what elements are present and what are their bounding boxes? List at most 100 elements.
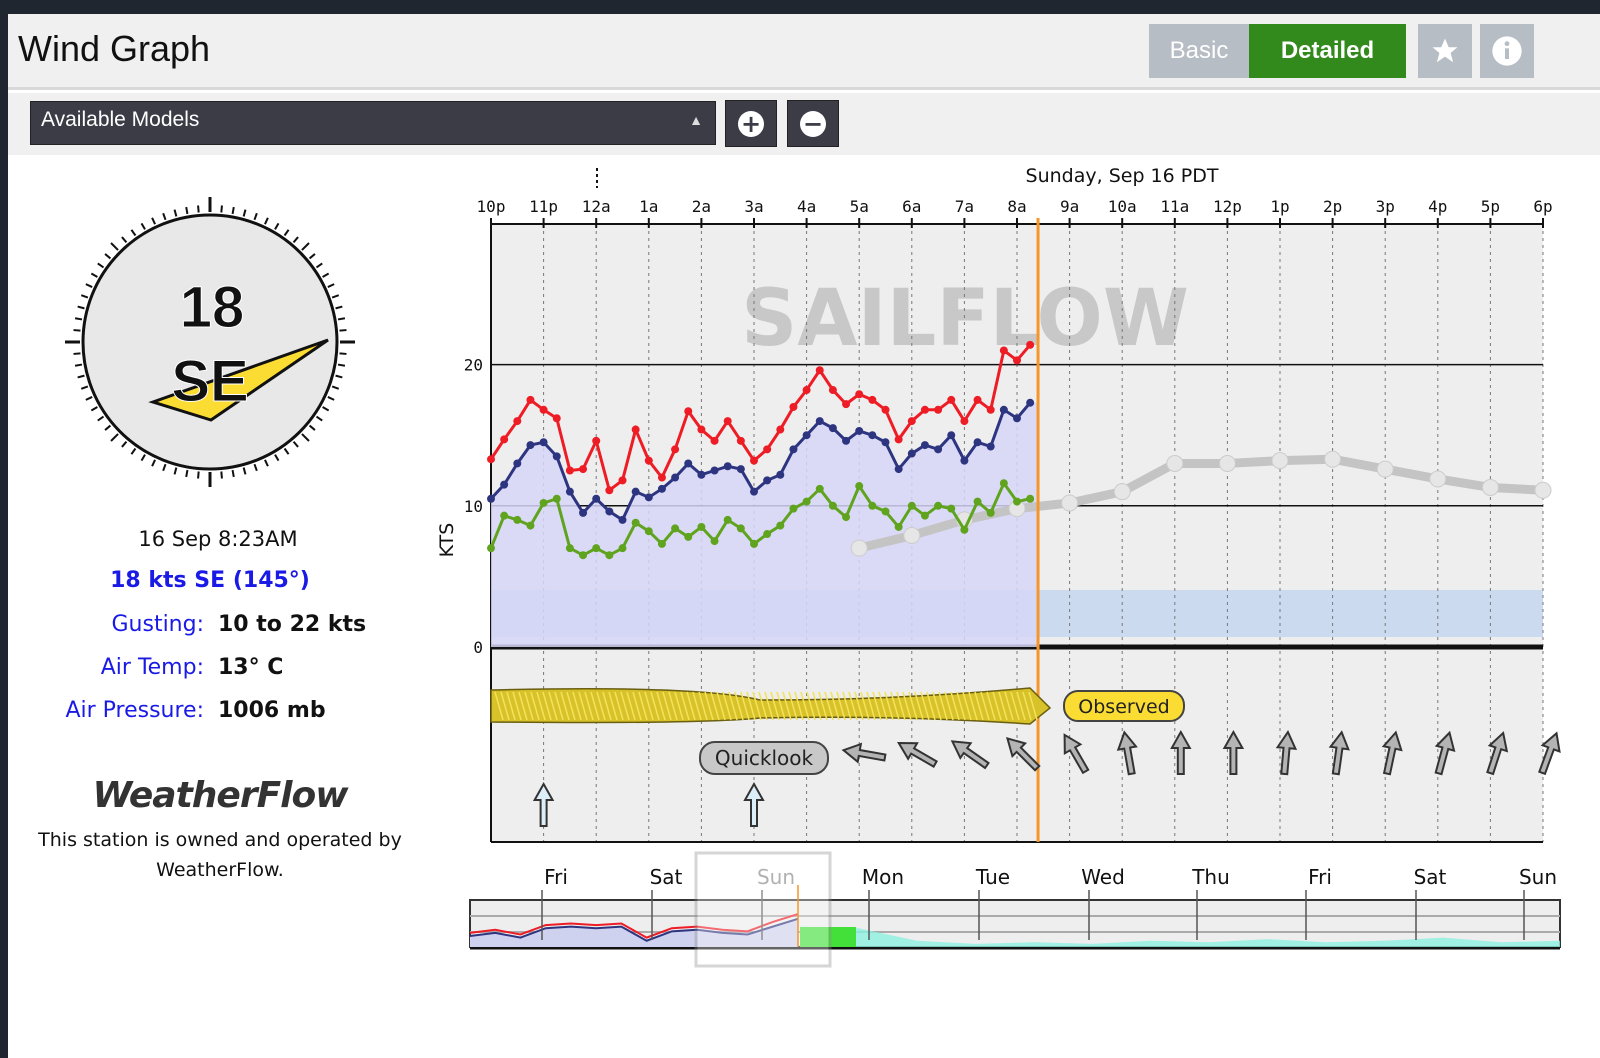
gust-point — [671, 445, 680, 454]
lull-point — [776, 521, 785, 530]
average-point — [513, 459, 522, 468]
overview-day-label: Sat — [650, 865, 683, 889]
x-tick-label: 7a — [955, 197, 974, 216]
gust-point — [763, 445, 772, 454]
gust-point — [894, 435, 903, 444]
lull-point — [894, 522, 903, 531]
lull-point — [657, 539, 666, 548]
average-point — [750, 487, 758, 496]
lull-point — [565, 544, 574, 553]
gust-point — [631, 425, 640, 434]
x-tick-label: 11p — [529, 197, 558, 216]
lull-point — [868, 501, 877, 510]
lull-point — [697, 522, 706, 531]
date-label: Sunday, Sep 16 PDT — [1026, 165, 1219, 187]
average-point — [999, 405, 1008, 414]
forecast-point — [903, 526, 921, 544]
average-point — [802, 431, 811, 440]
x-tick-label: 3p — [1376, 197, 1395, 216]
lull-point — [684, 532, 693, 541]
gust-point — [973, 395, 982, 404]
observed-badge[interactable]: Observed — [1063, 690, 1185, 722]
average-point — [565, 487, 574, 496]
gust-point — [710, 436, 719, 445]
gust-point — [828, 386, 837, 395]
average-point — [934, 445, 943, 454]
average-point — [618, 515, 627, 524]
average-point — [868, 431, 877, 440]
lull-point — [828, 501, 837, 510]
overview-day-label: Tue — [975, 865, 1010, 889]
x-tick-label: 8a — [1007, 197, 1026, 216]
lull-point — [1013, 497, 1021, 506]
average-point — [592, 494, 601, 503]
gust-point — [789, 402, 798, 411]
forecast-point — [1534, 481, 1552, 499]
forecast-point — [1166, 454, 1184, 472]
overview-strip[interactable]: Fri Sat Sun Mon Tue Wed Thu Fri Sat Sun — [469, 851, 1561, 968]
average-point — [842, 436, 851, 445]
overview-day-label: Wed — [1081, 865, 1125, 889]
lull-point — [579, 551, 588, 560]
lull-point — [907, 501, 916, 510]
average-point — [552, 452, 561, 461]
lull-point — [552, 494, 561, 503]
gust-point — [1026, 340, 1035, 349]
lull-point — [802, 497, 811, 506]
x-tick-label: 6p — [1533, 197, 1552, 216]
lull-point — [973, 497, 982, 506]
gust-point — [644, 456, 653, 465]
overview-day-label: Sun — [1519, 865, 1557, 889]
gust-point — [684, 407, 693, 416]
average-point — [710, 466, 719, 475]
forecast-point — [850, 539, 868, 557]
gust-point — [934, 405, 943, 414]
gust-point — [605, 486, 614, 495]
average-point — [723, 462, 732, 471]
average-point — [631, 487, 640, 496]
x-tick-label: 4p — [1428, 197, 1447, 216]
x-tick-label: 12p — [1213, 197, 1242, 216]
lull-point — [855, 482, 864, 491]
average-point — [605, 507, 614, 516]
forecast-point — [1271, 452, 1289, 470]
x-tick-label: 4a — [797, 197, 816, 216]
gust-point — [868, 395, 877, 404]
lull-point — [526, 521, 535, 530]
x-tick-label: 10a — [1108, 197, 1137, 216]
observed-badge-label: Observed — [1078, 696, 1169, 718]
forecast-point — [1429, 470, 1447, 488]
lull-point — [947, 504, 956, 513]
gust-point — [539, 405, 548, 414]
average-point — [973, 438, 982, 447]
gust-point — [842, 400, 851, 409]
x-tick-label: 2p — [1323, 197, 1342, 216]
average-point — [881, 438, 890, 447]
lull-point — [920, 511, 929, 520]
average-point — [763, 476, 772, 485]
gust-point — [999, 346, 1008, 355]
gust-point — [920, 405, 929, 414]
average-point — [815, 417, 824, 426]
average-point — [671, 473, 680, 482]
x-tick-label: 5a — [850, 197, 869, 216]
lull-point — [815, 484, 824, 493]
average-point — [776, 470, 785, 479]
lull-point — [513, 515, 522, 524]
quicklook-badge[interactable]: Quicklook — [699, 741, 829, 775]
forecast-point — [1324, 450, 1342, 468]
lull-point — [592, 544, 601, 553]
gust-point — [802, 386, 811, 395]
gust-point — [736, 436, 745, 445]
average-point — [894, 465, 903, 474]
x-tick-label: 2a — [692, 197, 711, 216]
overview-day-label: Thu — [1191, 865, 1230, 889]
y-tick-label: 0 — [473, 638, 483, 657]
gust-point — [960, 417, 969, 426]
lull-point — [750, 539, 758, 548]
average-point — [920, 441, 929, 450]
lull-point — [539, 498, 548, 507]
wind-graph-chart[interactable]: SAILFLOW 10p 11p 12a 1a 2a 3a 4a 5a 6a 7a 8a 9a 10a 1… — [0, 0, 1600, 1058]
lull-point — [644, 527, 653, 536]
gust-point — [986, 405, 995, 414]
